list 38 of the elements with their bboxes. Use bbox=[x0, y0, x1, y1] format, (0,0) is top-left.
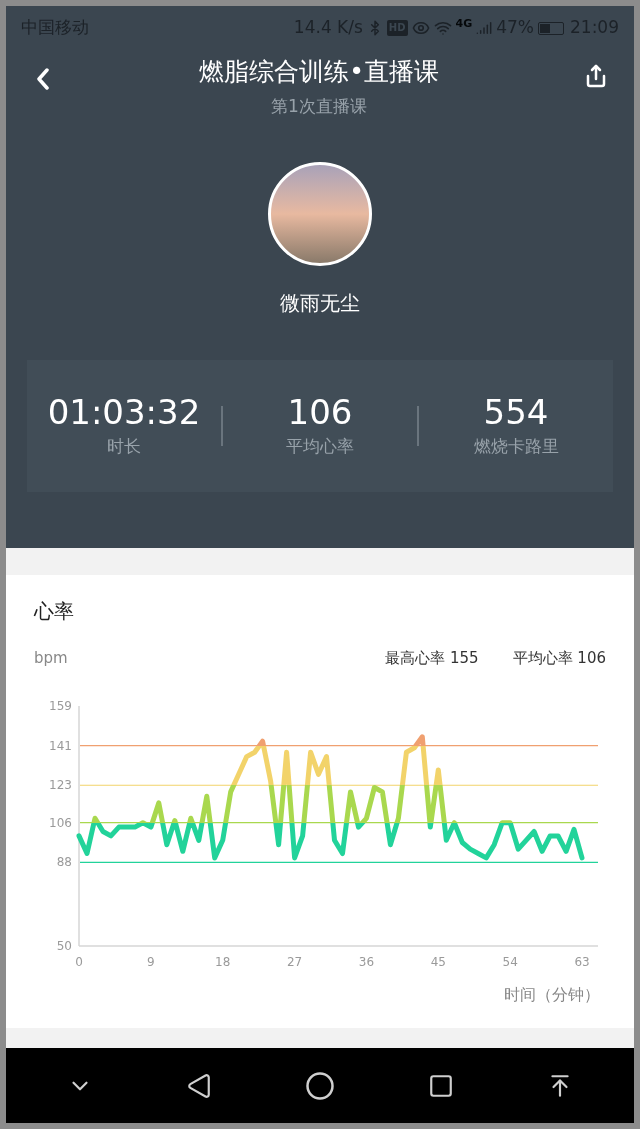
stat-label: 时长 bbox=[107, 434, 141, 458]
page-title: 燃脂综合训练•直播课 bbox=[199, 56, 439, 88]
x-tick-label: 63 bbox=[574, 954, 590, 969]
x-tick-label: 9 bbox=[147, 954, 155, 969]
y-tick-label: 88 bbox=[56, 854, 72, 869]
battery-icon bbox=[538, 21, 564, 35]
y-tick-label: 50 bbox=[56, 938, 72, 953]
stat-value: 01:03:32 bbox=[47, 391, 201, 432]
x-tick-label: 27 bbox=[286, 954, 303, 969]
network-type: 4G bbox=[455, 18, 473, 31]
y-tick-label: 141 bbox=[49, 738, 72, 753]
user-name: 微雨无尘 bbox=[280, 289, 360, 317]
y-tick-label: 159 bbox=[49, 698, 72, 713]
back-button[interactable] bbox=[36, 68, 50, 90]
back-icon[interactable] bbox=[185, 1072, 212, 1099]
share-button[interactable] bbox=[584, 64, 608, 88]
y-tick-label: 106 bbox=[49, 815, 72, 830]
signal-icon bbox=[476, 20, 493, 36]
x-tick-label: 18 bbox=[215, 954, 231, 969]
wifi-icon bbox=[433, 19, 452, 37]
x-tick-label: 54 bbox=[502, 954, 518, 969]
average-heart-rate: 平均心率 106 bbox=[512, 648, 606, 669]
section-title: 心率 bbox=[34, 598, 75, 625]
x-tick-label: 36 bbox=[358, 954, 375, 969]
x-tick-label: 45 bbox=[430, 954, 446, 969]
stat-label: 平均心率 bbox=[286, 434, 354, 458]
recents-icon[interactable] bbox=[428, 1072, 455, 1099]
y-tick-label: 123 bbox=[49, 777, 72, 792]
stat-label: 燃烧卡路里 bbox=[473, 434, 559, 458]
x-axis-title: 时间（分钟） bbox=[504, 983, 600, 1006]
stat-value: 554 bbox=[483, 391, 549, 432]
home-icon[interactable] bbox=[304, 1070, 335, 1101]
x-tick-label: 0 bbox=[75, 954, 83, 969]
max-heart-rate: 最高心率 155 bbox=[385, 648, 479, 669]
eye-icon bbox=[411, 19, 430, 37]
page-subtitle: 第1次直播课 bbox=[271, 95, 367, 118]
unit-label: bpm bbox=[34, 648, 68, 669]
stat-value: 106 bbox=[287, 391, 353, 432]
